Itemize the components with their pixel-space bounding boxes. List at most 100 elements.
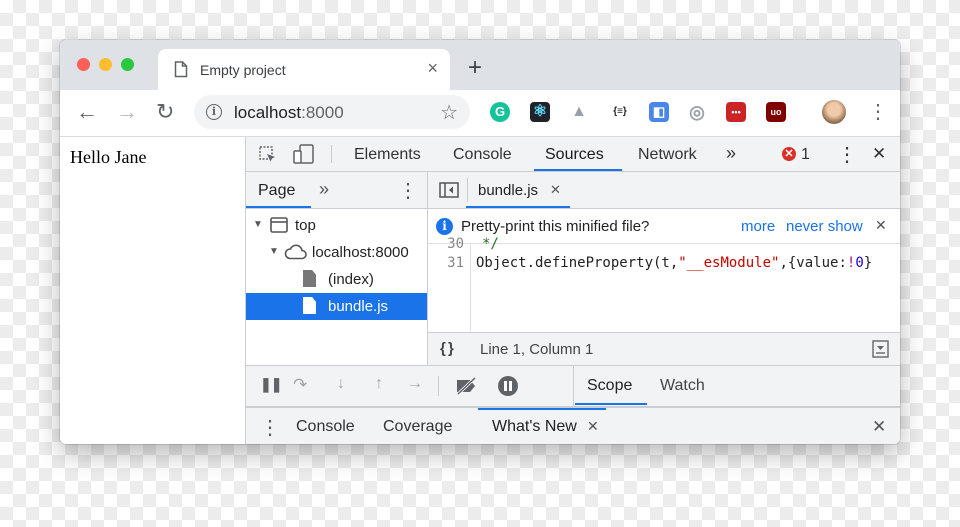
cloud-icon	[284, 244, 307, 260]
toolbar-divider	[467, 178, 468, 202]
devtools-close-icon[interactable]: ✕	[872, 144, 886, 164]
toolbar-divider	[438, 376, 439, 396]
toggle-navigator-icon[interactable]	[439, 182, 459, 198]
close-window-button[interactable]	[77, 58, 90, 71]
tree-item-bundle-js[interactable]: bundle.js	[246, 293, 427, 320]
code-line: Object.defineProperty(t,"__esModule",{va…	[476, 255, 900, 271]
step-icon[interactable]: →	[407, 375, 423, 393]
navigator-more-chevron-icon[interactable]: »	[319, 179, 329, 200]
tree-item-top[interactable]: ▼ top	[246, 212, 427, 239]
minimize-window-button[interactable]	[99, 58, 112, 71]
devtools-panel: Elements Console Sources Network » ✕ 1 ⋮…	[245, 137, 900, 444]
code-token: }	[863, 255, 873, 271]
banner-close-icon[interactable]: ✕	[875, 217, 887, 234]
address-bar[interactable]: i localhost:8000 ☆	[194, 95, 470, 129]
drawer-tab-whats-new[interactable]: What's New	[492, 418, 577, 436]
grammarly-extension-icon[interactable]: G	[490, 102, 510, 122]
line-number-gutter: 30 31	[428, 236, 471, 332]
pretty-print-button[interactable]: { }	[440, 340, 454, 357]
back-arrow-icon[interactable]: ←	[76, 100, 98, 124]
ublock-shield-icon[interactable]: uo	[766, 102, 786, 122]
error-count[interactable]: 1	[801, 146, 810, 164]
pause-on-exceptions-icon[interactable]	[498, 376, 518, 396]
tab-title: Empty project	[200, 62, 286, 78]
browser-toolbar: ← → ↻ i localhost:8000 ☆ G ⚛ ▲ {≡} ◧ ◎ •…	[60, 90, 900, 137]
forward-arrow-icon[interactable]: →	[116, 100, 138, 124]
url-host: localhost	[234, 103, 302, 122]
google-drive-icon[interactable]: ▲	[569, 102, 589, 122]
banner-text: Pretty-print this minified file?	[461, 218, 650, 235]
line-number: 31	[447, 255, 464, 271]
tab-elements[interactable]: Elements	[354, 146, 421, 164]
expand-arrow-icon[interactable]: ▼	[253, 219, 263, 230]
drawer-menu-icon[interactable]: ⋮	[260, 415, 280, 440]
url-text: localhost:8000	[234, 103, 344, 123]
page-tab-indicator	[246, 206, 311, 208]
devtools-menu-icon[interactable]: ⋮	[837, 142, 857, 167]
active-tab-indicator	[534, 169, 622, 171]
tab-sources[interactable]: Sources	[545, 146, 604, 164]
coverage-toggle-icon[interactable]	[872, 340, 889, 358]
more-tabs-chevron-icon[interactable]: »	[726, 143, 736, 164]
navigator-menu-icon[interactable]: ⋮	[398, 178, 418, 203]
drawer-tab-close-icon[interactable]: ✕	[587, 418, 599, 435]
error-icon[interactable]: ✕	[782, 147, 796, 161]
drawer-close-icon[interactable]: ✕	[872, 417, 886, 437]
tab-watch[interactable]: Watch	[660, 377, 705, 395]
browser-tab[interactable]: Empty project ×	[158, 49, 450, 90]
dots-extension-icon[interactable]: •••	[726, 102, 746, 122]
banner-never-show-link[interactable]: never show	[786, 218, 863, 235]
browser-menu-icon[interactable]: ⋮	[868, 100, 888, 124]
code-extension-icon[interactable]: ◧	[649, 102, 669, 122]
target-extension-icon[interactable]: ◎	[687, 102, 707, 122]
tab-scope[interactable]: Scope	[587, 377, 632, 395]
file-tab-bundle-js[interactable]: bundle.js	[478, 182, 538, 199]
navigator-header: Page » ⋮	[246, 172, 427, 209]
browser-window: Empty project × + ← → ↻ i localhost:8000…	[60, 40, 900, 444]
frame-icon	[270, 217, 288, 233]
tree-label: localhost:8000	[312, 244, 409, 261]
profile-avatar[interactable]	[822, 100, 846, 124]
debugger-toolbar: ❚❚ ↷ ↓ ↑ → Scope Watch	[246, 365, 900, 407]
reload-icon[interactable]: ↻	[156, 100, 174, 124]
tab-page[interactable]: Page	[258, 182, 295, 200]
url-port: :8000	[301, 103, 344, 122]
site-info-icon[interactable]: i	[206, 104, 222, 120]
info-icon: i	[436, 218, 453, 235]
deactivate-breakpoints-icon[interactable]	[455, 377, 479, 395]
device-toolbar-icon[interactable]	[293, 144, 315, 164]
zoom-window-button[interactable]	[121, 58, 134, 71]
inspect-element-icon[interactable]	[259, 146, 277, 164]
expand-arrow-icon[interactable]: ▼	[269, 246, 279, 257]
code-editor[interactable]: 30 31 */ Object.defineProperty(t,"__esMo…	[428, 236, 900, 332]
step-out-icon[interactable]: ↑	[375, 375, 383, 393]
scope-tab-indicator	[575, 403, 647, 405]
tree-label: (index)	[328, 271, 374, 288]
cursor-position: Line 1, Column 1	[480, 341, 594, 358]
banner-more-link[interactable]: more	[741, 218, 775, 235]
tree-label: top	[295, 217, 316, 234]
react-devtools-icon[interactable]: ⚛	[530, 102, 550, 122]
file-tab-close-icon[interactable]: ✕	[550, 182, 561, 198]
tab-close-icon[interactable]: ×	[427, 58, 438, 79]
code-string-token: "__esModule"	[678, 255, 780, 271]
drawer-tab-console[interactable]: Console	[296, 418, 355, 436]
tab-network[interactable]: Network	[638, 146, 697, 164]
file-icon	[303, 270, 316, 287]
tree-item-localhost[interactable]: ▼ localhost:8000	[246, 239, 427, 266]
drawer-tab-coverage[interactable]: Coverage	[383, 418, 452, 436]
step-over-icon[interactable]: ↷	[293, 375, 307, 395]
navigator-pane: Page » ⋮ ▼ top ▼ localhost:8000 (index) …	[246, 172, 428, 365]
pause-icon[interactable]: ❚❚	[260, 376, 282, 393]
bookmark-star-icon[interactable]: ☆	[440, 100, 458, 125]
code-number-token: 0	[855, 255, 864, 271]
devtools-tab-bar: Elements Console Sources Network » ✕ 1 ⋮…	[246, 137, 900, 172]
tab-console[interactable]: Console	[453, 146, 512, 164]
new-tab-button[interactable]: +	[468, 56, 482, 80]
step-into-icon[interactable]: ↓	[337, 375, 345, 393]
json-formatter-icon[interactable]: {≡}	[607, 102, 633, 122]
devtools-drawer: ⋮ Console Coverage What's New ✕ ✕	[246, 407, 900, 444]
code-token: Object.defineProperty(t,	[476, 255, 679, 271]
page-greeting: Hello Jane	[70, 147, 147, 167]
tree-item-index[interactable]: (index)	[246, 266, 427, 293]
